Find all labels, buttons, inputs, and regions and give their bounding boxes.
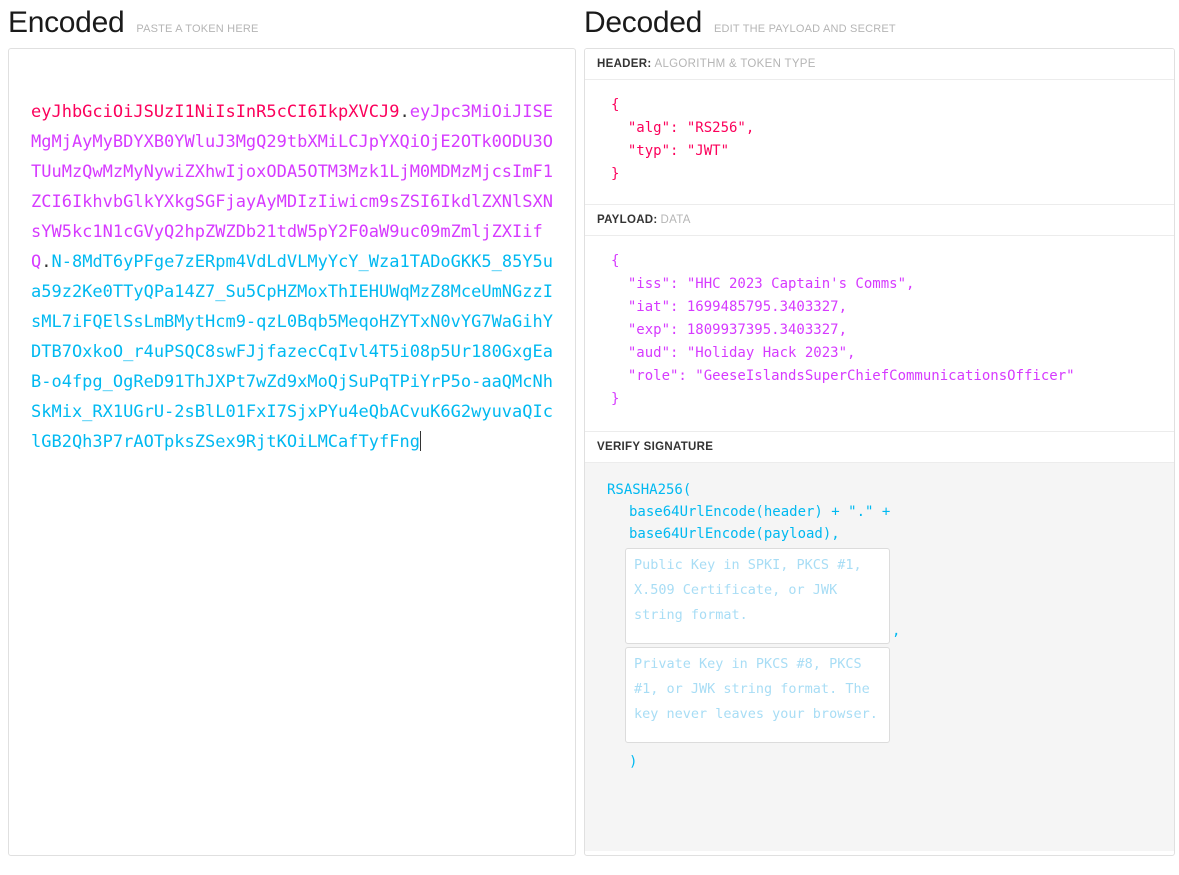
debugger-columns: Encoded PASTE A TOKEN HERE eyJhbGciOiJSU… xyxy=(0,0,1179,875)
encoded-subtitle: PASTE A TOKEN HERE xyxy=(136,23,259,35)
encoded-token-text[interactable]: eyJhbGciOiJSUzI1NiIsInR5cCI6IkpXVCJ9.eyJ… xyxy=(31,97,553,457)
verify-label-text: VERIFY SIGNATURE xyxy=(597,441,714,453)
payload-label-muted: DATA xyxy=(660,214,691,226)
encoded-token-input[interactable]: eyJhbGciOiJSUzI1NiIsInR5cCI6IkpXVCJ9.eyJ… xyxy=(8,48,576,856)
token-payload-segment: eyJpc3MiOiJISEMgMjAyMyBDYXB0YWluJ3MgQ29t… xyxy=(31,102,554,272)
payload-section-label: PAYLOAD: DATA xyxy=(585,205,1174,236)
decoded-subtitle: EDIT THE PAYLOAD AND SECRET xyxy=(714,23,896,35)
sig-algorithm-line: RSASHA256( xyxy=(607,482,692,498)
token-signature-segment: N-8MdT6yPFge7zERpm4VdLdVLMyYcY_Wza1TADoG… xyxy=(31,252,554,452)
verify-signature-label: VERIFY SIGNATURE xyxy=(585,432,1174,463)
public-key-input[interactable] xyxy=(625,548,890,644)
public-key-row: , xyxy=(607,545,1154,644)
payload-label-strong: PAYLOAD: xyxy=(597,214,658,226)
sig-payload-encode-line: base64UrlEncode(payload), xyxy=(629,526,840,542)
header-label-strong: HEADER: xyxy=(597,58,652,70)
encoded-title: Encoded xyxy=(8,6,125,39)
text-caret xyxy=(419,431,421,451)
token-separator-1: . xyxy=(399,102,410,122)
sig-close-paren: ) xyxy=(629,754,638,770)
token-separator-2: . xyxy=(41,252,52,272)
header-section-label: HEADER: ALGORITHM & TOKEN TYPE xyxy=(585,49,1174,80)
sig-header-encode-line: base64UrlEncode(header) + "." + xyxy=(629,504,891,520)
token-header-segment: eyJhbGciOiJSUzI1NiIsInR5cCI6IkpXVCJ9 xyxy=(31,102,400,122)
decoded-title: Decoded xyxy=(584,6,702,39)
header-label-muted: ALGORITHM & TOKEN TYPE xyxy=(654,58,816,70)
encoded-column: Encoded PASTE A TOKEN HERE eyJhbGciOiJSU… xyxy=(0,0,584,875)
private-key-row xyxy=(607,644,1154,743)
jwt-debugger: Encoded PASTE A TOKEN HERE eyJhbGciOiJSU… xyxy=(0,0,1179,875)
decoded-header: Decoded EDIT THE PAYLOAD AND SECRET xyxy=(584,0,1175,48)
encoded-header: Encoded PASTE A TOKEN HERE xyxy=(8,0,576,48)
payload-json-editor[interactable]: { "iss": "HHC 2023 Captain's Comms", "ia… xyxy=(585,236,1174,432)
public-key-comma: , xyxy=(892,623,901,639)
verify-signature-area: RSASHA256( base64UrlEncode(header) + "."… xyxy=(585,463,1174,851)
private-key-input[interactable] xyxy=(625,647,890,743)
decoded-panel: HEADER: ALGORITHM & TOKEN TYPE { "alg": "… xyxy=(584,48,1175,856)
decoded-column: Decoded EDIT THE PAYLOAD AND SECRET HEAD… xyxy=(584,0,1179,875)
header-json-editor[interactable]: { "alg": "RS256", "typ": "JWT" } xyxy=(585,80,1174,205)
